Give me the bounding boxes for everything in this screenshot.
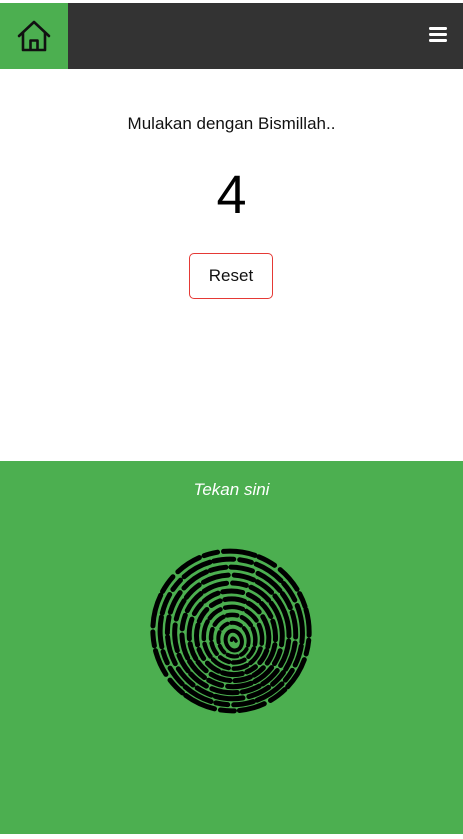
app-root: Mulakan dengan Bismillah.. 4 Reset Tekan… (0, 0, 463, 839)
bottom-strip (0, 834, 463, 839)
menu-button[interactable] (427, 23, 449, 45)
intro-text: Mulakan dengan Bismillah.. (127, 114, 336, 133)
tap-area[interactable]: Tekan sini (0, 461, 463, 834)
top-navbar (0, 3, 463, 69)
tap-label: Tekan sini (193, 480, 270, 499)
fingerprint-icon (150, 548, 312, 714)
home-icon (17, 20, 51, 52)
home-button[interactable] (0, 3, 68, 69)
counter-value: 4 (216, 165, 247, 225)
hamburger-menu-icon (429, 26, 447, 42)
reset-button[interactable]: Reset (189, 253, 273, 299)
